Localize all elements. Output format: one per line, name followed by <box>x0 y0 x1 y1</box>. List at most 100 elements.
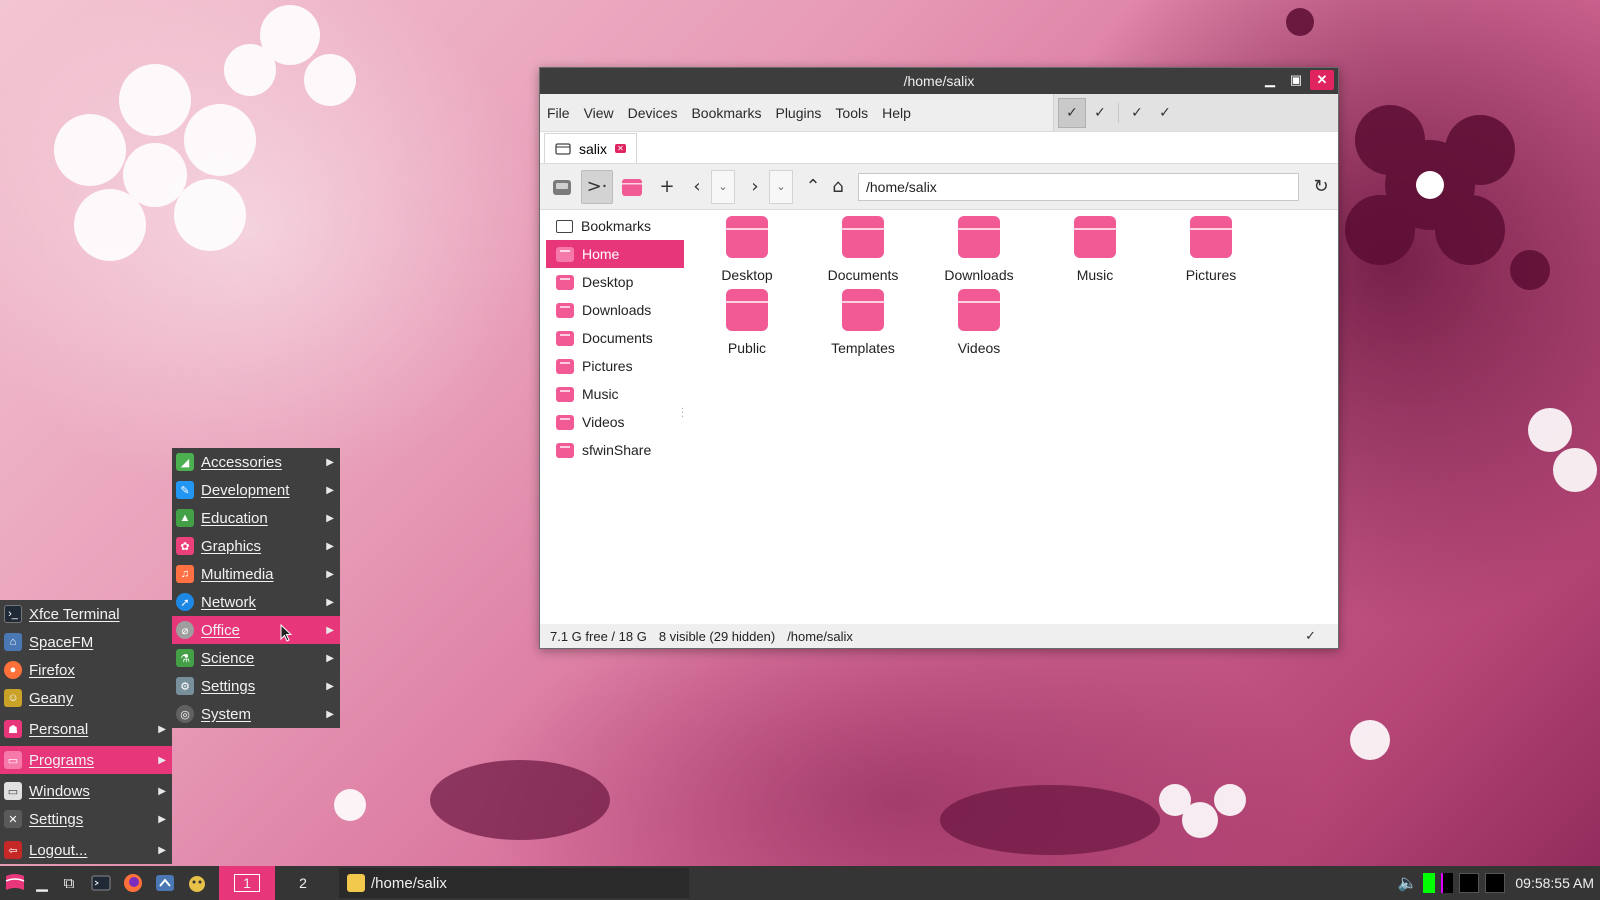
terminal-prompt-icon[interactable]: >· <box>581 169 613 204</box>
clock[interactable]: 09:58:55 AM <box>1511 875 1594 891</box>
back-history-dropdown[interactable]: ⌄ <box>711 169 735 204</box>
folder-icon <box>958 216 1000 258</box>
menu-item-settings[interactable]: ⚙ Settings ▶ <box>172 672 340 700</box>
folder-outline-icon <box>555 143 571 155</box>
spacefm-icon[interactable] <box>152 870 178 896</box>
sidebar-item-documents[interactable]: Documents <box>546 324 684 352</box>
back-icon[interactable]: ‹ <box>686 170 708 204</box>
multimedia-icon: ♫ <box>176 565 194 583</box>
menu-item-science[interactable]: ⚗ Science ▶ <box>172 644 340 672</box>
network-monitor-icon[interactable] <box>1459 873 1480 893</box>
status-path: /home/salix <box>787 628 853 644</box>
folder-item-music[interactable]: Music <box>1040 216 1150 283</box>
folder-item-documents[interactable]: Documents <box>808 216 918 283</box>
menu-item-programs[interactable]: ▭ Programs ▶ <box>0 746 172 774</box>
panel-3-check-icon[interactable]: ✓ <box>1123 98 1151 128</box>
sidebar-item-downloads[interactable]: Downloads <box>546 296 684 324</box>
window-switcher-icon[interactable]: ⧉ <box>56 870 82 896</box>
menu-item-label: Personal <box>29 720 89 738</box>
menu-item-label: Office <box>201 621 240 639</box>
maximize-button[interactable]: ▣ <box>1284 70 1308 90</box>
sidebar-item-home[interactable]: Home <box>546 240 684 268</box>
menu-item-geany[interactable]: ☺ Geany <box>0 684 172 712</box>
terminal-icon[interactable] <box>88 870 114 896</box>
folder-icon <box>1190 216 1232 258</box>
menu-item-settings-group[interactable]: ✕ Settings ▶ <box>0 805 172 833</box>
folder-item-downloads[interactable]: Downloads <box>924 216 1034 283</box>
menu-item-logout[interactable]: ⇦ Logout... ▶ <box>0 836 172 864</box>
panel-1-check-icon[interactable]: ✓ <box>1058 97 1086 128</box>
disk-monitor-icon[interactable] <box>1485 873 1506 893</box>
folder-item-public[interactable]: Public <box>692 289 802 356</box>
volume-icon[interactable]: 🔈 <box>1397 873 1417 893</box>
devices-icon[interactable] <box>546 170 578 204</box>
close-button[interactable]: ✕ <box>1310 70 1334 90</box>
menu-item-network[interactable]: ➚ Network ▶ <box>172 588 340 616</box>
menu-tools[interactable]: Tools <box>828 105 875 121</box>
menu-item-multimedia[interactable]: ♫ Multimedia ▶ <box>172 560 340 588</box>
panel-4-check-icon[interactable]: ✓ <box>1151 98 1179 128</box>
menu-item-firefox[interactable]: ● Firefox <box>0 656 172 684</box>
workspace-1[interactable]: 1 <box>219 866 275 900</box>
memory-monitor-icon[interactable] <box>1441 873 1454 893</box>
taskbar-item-home-salix[interactable]: /home/salix <box>339 868 689 898</box>
home-folder-icon[interactable] <box>616 170 648 204</box>
tab-close-icon[interactable]: ✕ <box>615 144 627 153</box>
submenu-arrow-icon: ▶ <box>326 568 334 580</box>
menu-devices[interactable]: Devices <box>621 105 685 121</box>
file-icon-view: Desktop Documents Downloads Music Pictur… <box>686 210 1338 624</box>
tab-salix[interactable]: salix ✕ <box>544 133 638 163</box>
geany-icon[interactable] <box>184 870 210 896</box>
folder-item-videos[interactable]: Videos <box>924 289 1034 356</box>
minimize-button[interactable]: ▁ <box>1258 70 1282 90</box>
sidebar-item-desktop[interactable]: Desktop <box>546 268 684 296</box>
menu-item-graphics[interactable]: ✿ Graphics ▶ <box>172 532 340 560</box>
menu-item-label: Development <box>201 481 290 499</box>
app-menu-icon[interactable] <box>2 870 28 896</box>
cpu-monitor-icon[interactable] <box>1423 873 1436 893</box>
menu-bookmarks[interactable]: Bookmarks <box>684 105 768 121</box>
new-tab-icon[interactable]: + <box>651 170 683 204</box>
menu-item-education[interactable]: ▲ Education ▶ <box>172 504 340 532</box>
menu-item-accessories[interactable]: ◢ Accessories ▶ <box>172 448 340 476</box>
folder-label: Videos <box>957 340 1001 356</box>
sidebar-item-sfwinshare[interactable]: sfwinShare <box>546 436 684 464</box>
forward-history-dropdown[interactable]: ⌄ <box>769 169 793 204</box>
workspace-2[interactable]: 2 <box>275 866 331 900</box>
show-desktop-icon[interactable]: ▁ <box>34 870 50 896</box>
folder-item-templates[interactable]: Templates <box>808 289 918 356</box>
bottom-panel: ▁ ⧉ 1 2 /home/salix 🔈 09:58:55 AM <box>0 866 1600 900</box>
panel-2-check-icon[interactable]: ✓ <box>1086 98 1114 128</box>
sidebar-item-pictures[interactable]: Pictures <box>546 352 684 380</box>
window-titlebar[interactable]: /home/salix ▁ ▣ ✕ <box>540 68 1338 94</box>
sidebar-item-bookmarks[interactable]: Bookmarks <box>546 212 684 240</box>
menu-item-office[interactable]: ⌀ Office ▶ <box>172 616 340 644</box>
folder-icon <box>726 289 768 331</box>
path-input[interactable]: /home/salix <box>858 172 1299 201</box>
graphics-icon: ✿ <box>176 537 194 555</box>
menu-item-system[interactable]: ◎ System ▶ <box>172 700 340 728</box>
refresh-icon[interactable]: ↻ <box>1310 170 1332 204</box>
menu-item-windows[interactable]: ▭ Windows ▶ <box>0 777 172 805</box>
menu-plugins[interactable]: Plugins <box>768 105 828 121</box>
submenu-arrow-icon: ▶ <box>326 456 334 468</box>
menu-view[interactable]: View <box>577 105 621 121</box>
home-icon[interactable]: ⌂ <box>827 170 849 204</box>
submenu-arrow-icon: ▶ <box>326 512 334 524</box>
sidebar-item-videos[interactable]: Videos <box>546 408 684 436</box>
menu-file[interactable]: File <box>540 105 577 121</box>
menu-item-spacefm[interactable]: ⌂ SpaceFM <box>0 628 172 656</box>
menu-item-development[interactable]: ✎ Development ▶ <box>172 476 340 504</box>
folder-item-desktop[interactable]: Desktop <box>692 216 802 283</box>
menu-help[interactable]: Help <box>875 105 918 121</box>
folder-item-pictures[interactable]: Pictures <box>1156 216 1266 283</box>
programs-icon: ▭ <box>4 751 22 769</box>
up-icon[interactable]: ⌃ <box>802 170 824 204</box>
menu-item-xfce-terminal[interactable]: ›_ Xfce Terminal <box>0 600 172 628</box>
firefox-icon[interactable] <box>120 870 146 896</box>
sidebar-item-music[interactable]: Music <box>546 380 684 408</box>
menu-item-personal[interactable]: ☗ Personal ▶ <box>0 715 172 743</box>
file-manager-window: /home/salix ▁ ▣ ✕ File View Devices Book… <box>539 67 1339 649</box>
pane-resize-handle[interactable]: · · · <box>681 405 684 423</box>
forward-icon[interactable]: › <box>744 170 766 204</box>
